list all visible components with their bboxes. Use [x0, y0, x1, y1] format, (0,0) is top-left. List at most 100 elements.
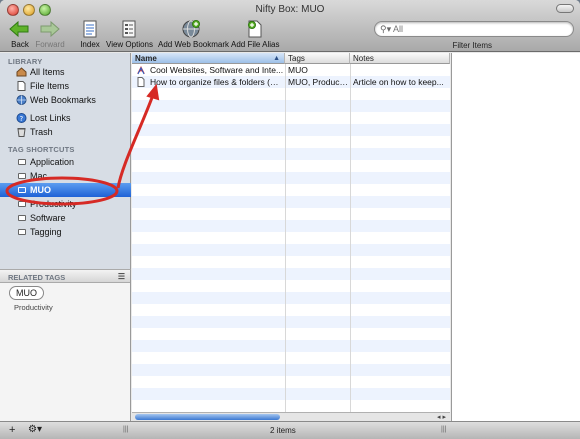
view-options-button[interactable]: View Options: [106, 20, 153, 49]
list-menu-icon[interactable]: ☰: [118, 272, 125, 281]
sidebar-tag-application[interactable]: Application: [0, 155, 131, 169]
sidebar-item-label: Web Bookmarks: [30, 95, 96, 105]
empty-row: [132, 88, 450, 100]
related-tags-title: RELATED TAGS: [8, 273, 66, 282]
column-divider: [350, 64, 351, 412]
row-tags: MUO, Product...: [288, 77, 348, 87]
sidebar-item-label: Tagging: [30, 227, 62, 237]
sidebar-item-label: Mac: [30, 171, 48, 181]
empty-row: [132, 232, 450, 244]
column-divider: [285, 64, 286, 412]
sidebar-tag-muo[interactable]: MUO: [0, 183, 131, 197]
index-icon: [78, 20, 102, 38]
related-tags-panel: RELATED TAGS ☰ MUO Productivity: [0, 269, 131, 421]
empty-row: [132, 160, 450, 172]
trash-icon: [16, 127, 27, 137]
tag-shortcuts-header: TAG SHORTCUTS: [8, 145, 75, 154]
house-icon: [16, 67, 27, 77]
view-options-icon: [106, 20, 152, 38]
globe-icon: [16, 95, 27, 105]
scrollbar-thumb[interactable]: [135, 414, 280, 420]
filter-items-label: Filter Items: [452, 41, 492, 50]
sidebar-tag-tagging[interactable]: Tagging: [0, 225, 131, 239]
back-arrow-icon: [8, 20, 32, 38]
search-icon: ⚲▾: [380, 24, 392, 34]
row-notes: [353, 64, 448, 76]
forward-label: Forward: [35, 40, 65, 49]
index-button[interactable]: Index: [78, 20, 102, 49]
empty-row: [132, 364, 450, 376]
back-button[interactable]: Back: [8, 20, 32, 49]
question-icon: ?: [16, 113, 27, 123]
empty-row: [132, 100, 450, 112]
document-icon: [16, 81, 27, 91]
tag-icon: [18, 215, 26, 221]
empty-row: [132, 328, 450, 340]
sort-ascending-icon: ▲: [273, 55, 280, 62]
horizontal-scrollbar[interactable]: ◂▸: [132, 412, 450, 421]
related-tag-item[interactable]: Productivity: [14, 303, 53, 312]
forward-button[interactable]: Forward: [34, 20, 66, 49]
app-window: Nifty Box: MUO Back Forward Index View O…: [0, 0, 580, 439]
empty-row: [132, 196, 450, 208]
empty-row: [132, 304, 450, 316]
resize-grip-icon[interactable]: |||: [441, 426, 446, 433]
sidebar-item-file-items[interactable]: File Items: [0, 79, 131, 93]
empty-row: [132, 220, 450, 232]
sidebar-item-web-bookmarks[interactable]: Web Bookmarks: [0, 93, 131, 107]
empty-row: [132, 124, 450, 136]
gear-icon[interactable]: ⚙▾: [28, 424, 42, 435]
related-tags-header: RELATED TAGS ☰: [0, 270, 130, 283]
add-file-alias-button[interactable]: Add File Alias: [231, 20, 279, 49]
add-web-bookmark-button[interactable]: Add Web Bookmark: [158, 20, 229, 49]
table-row[interactable]: How to organize files & folders (Mac) MU…: [132, 76, 450, 88]
sidebar-tag-software[interactable]: Software: [0, 211, 131, 225]
sidebar-item-label: Productivity: [30, 199, 77, 209]
search-input[interactable]: [393, 23, 563, 35]
sidebar-item-label: Software: [30, 213, 66, 223]
row-name: Cool Websites, Software and Inte...: [150, 65, 284, 75]
bookmark-icon: [136, 64, 148, 76]
tag-icon: [18, 201, 26, 207]
sidebar-item-all-items[interactable]: All Items: [0, 65, 131, 79]
empty-row: [132, 376, 450, 388]
add-web-bookmark-label: Add Web Bookmark: [158, 40, 229, 49]
column-header-notes[interactable]: Notes: [350, 53, 450, 64]
empty-row: [132, 184, 450, 196]
search-field[interactable]: ⚲▾: [374, 21, 574, 37]
related-tag-chip[interactable]: MUO: [9, 286, 44, 300]
scroll-arrows-icon[interactable]: ◂▸: [437, 413, 448, 421]
empty-row: [132, 388, 450, 400]
globe-add-icon: [158, 20, 224, 38]
sidebar-tag-mac[interactable]: Mac: [0, 169, 131, 183]
column-header-name[interactable]: Name ▲: [132, 53, 285, 64]
table-row[interactable]: Cool Websites, Software and Inte... MUO: [132, 64, 450, 76]
empty-row: [132, 244, 450, 256]
sidebar-item-label: All Items: [30, 67, 65, 77]
column-header-tags[interactable]: Tags: [285, 53, 350, 64]
items-table: Name ▲ Tags Notes Cool Websites, Softwar…: [132, 53, 450, 421]
sidebar-item-label: Lost Links: [30, 113, 71, 123]
filter-items-pane: [451, 53, 580, 421]
column-header-name-label: Name: [135, 54, 157, 63]
sidebar-tag-productivity[interactable]: Productivity: [0, 197, 131, 211]
empty-row: [132, 292, 450, 304]
column-header-tags-label: Tags: [288, 54, 305, 63]
empty-row: [132, 268, 450, 280]
empty-row: [132, 112, 450, 124]
empty-row: [132, 280, 450, 292]
empty-row: [132, 136, 450, 148]
view-options-label: View Options: [106, 40, 153, 49]
sidebar-item-trash[interactable]: Trash: [0, 125, 131, 139]
sidebar-item-label: MUO: [30, 185, 51, 195]
column-header-notes-label: Notes: [353, 54, 374, 63]
add-file-alias-label: Add File Alias: [231, 40, 280, 49]
add-icon[interactable]: +: [9, 424, 15, 436]
sidebar: LIBRARY All Items File Items Web Bookmar…: [0, 53, 131, 269]
resize-grip-icon[interactable]: |||: [123, 426, 128, 433]
back-label: Back: [11, 40, 29, 49]
sidebar-item-lost-links[interactable]: ? Lost Links: [0, 111, 131, 125]
toolbar-toggle-button[interactable]: [556, 4, 574, 13]
empty-row: [132, 148, 450, 160]
sidebar-item-label: File Items: [30, 81, 70, 91]
